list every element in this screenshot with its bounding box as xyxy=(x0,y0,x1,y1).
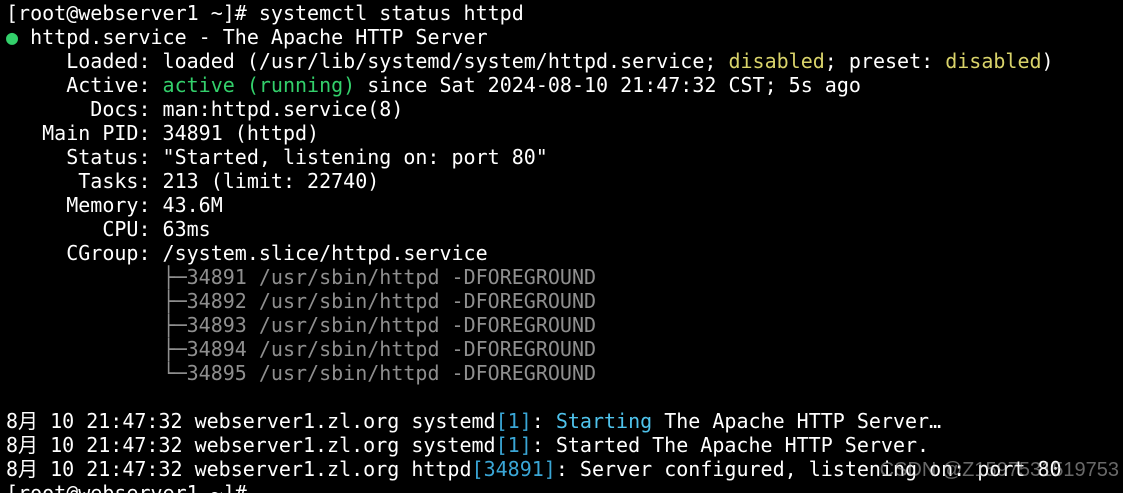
command-line: [root@webserver1 ~]# systemctl status ht… xyxy=(6,1,524,25)
log-line: 8月 10 21:47:32 webserver1.zl.org systemd… xyxy=(6,409,1123,433)
cgroup-process-text: ├─34894 /usr/sbin/httpd -DFOREGROUND xyxy=(162,337,597,361)
log-prefix: 8月 10 21:47:32 webserver1.zl.org systemd xyxy=(6,409,496,433)
loaded-state: disabled xyxy=(728,49,825,73)
log-prefix: 8月 10 21:47:32 webserver1.zl.org systemd xyxy=(6,433,496,457)
cgroup-process: ├─34892 /usr/sbin/httpd -DFOREGROUND xyxy=(6,289,1123,313)
cgroup-process-text: ├─34892 /usr/sbin/httpd -DFOREGROUND xyxy=(162,289,597,313)
loaded-label: Loaded: loaded (/usr/lib/systemd/system/… xyxy=(6,49,729,73)
status-line: Status: "Started, listening on: port 80" xyxy=(6,145,548,169)
cgroup-process: ├─34893 /usr/sbin/httpd -DFOREGROUND xyxy=(6,313,1123,337)
active-line: Active: active (running) since Sat 2024-… xyxy=(6,73,1123,97)
watermark: CSDN @Z1597531519753 xyxy=(879,459,1119,481)
log-line: 8月 10 21:47:32 webserver1.zl.org systemd… xyxy=(6,433,1123,457)
cgroup-process-text: ├─34893 /usr/sbin/httpd -DFOREGROUND xyxy=(162,313,597,337)
cgroup-line: CGroup: /system.slice/httpd.service xyxy=(6,241,488,265)
active-state: active (running) xyxy=(162,73,356,97)
service-title: httpd.service - The Apache HTTP Server xyxy=(18,25,488,49)
shell-prompt[interactable]: [root@webserver1 ~]# xyxy=(6,481,1123,493)
log-highlight: Starting xyxy=(555,409,653,433)
log-pid: [1] xyxy=(495,409,532,433)
log-pid: [34891] xyxy=(471,457,556,481)
status-bullet-icon: ● xyxy=(6,25,19,49)
loaded-close: ) xyxy=(1041,49,1054,73)
loaded-line: Loaded: loaded (/usr/lib/systemd/system/… xyxy=(6,49,1123,73)
log-prefix: 8月 10 21:47:32 webserver1.zl.org httpd xyxy=(6,457,472,481)
cgroup-process-text: ├─34891 /usr/sbin/httpd -DFOREGROUND xyxy=(162,265,597,289)
cgroup-process: └─34895 /usr/sbin/httpd -DFOREGROUND xyxy=(6,361,1123,385)
cgroup-process: ├─34891 /usr/sbin/httpd -DFOREGROUND xyxy=(6,265,1123,289)
main-pid-line: Main PID: 34891 (httpd) xyxy=(6,121,320,145)
tasks-line: Tasks: 213 (limit: 22740) xyxy=(6,169,380,193)
terminal-window[interactable]: [root@webserver1 ~]# systemctl status ht… xyxy=(0,0,1123,493)
log-pid: [1] xyxy=(495,433,532,457)
cgroup-process: ├─34894 /usr/sbin/httpd -DFOREGROUND xyxy=(6,337,1123,361)
cgroup-process-text: └─34895 /usr/sbin/httpd -DFOREGROUND xyxy=(162,361,597,385)
cpu-line: CPU: 63ms xyxy=(6,217,211,241)
log-sep: : xyxy=(531,409,556,433)
docs-line: Docs: man:httpd.service(8) xyxy=(6,97,404,121)
log-message: The Apache HTTP Server… xyxy=(652,409,942,433)
preset-label: ; preset: xyxy=(824,49,946,73)
active-since: since Sat 2024-08-10 21:47:32 CST; 5s ag… xyxy=(355,73,861,97)
preset-state: disabled xyxy=(945,49,1042,73)
log-message: : Started The Apache HTTP Server. xyxy=(531,433,930,457)
active-label: Active: xyxy=(6,73,163,97)
memory-line: Memory: 43.6M xyxy=(6,193,223,217)
service-title-line: ● httpd.service - The Apache HTTP Server xyxy=(6,25,1123,49)
